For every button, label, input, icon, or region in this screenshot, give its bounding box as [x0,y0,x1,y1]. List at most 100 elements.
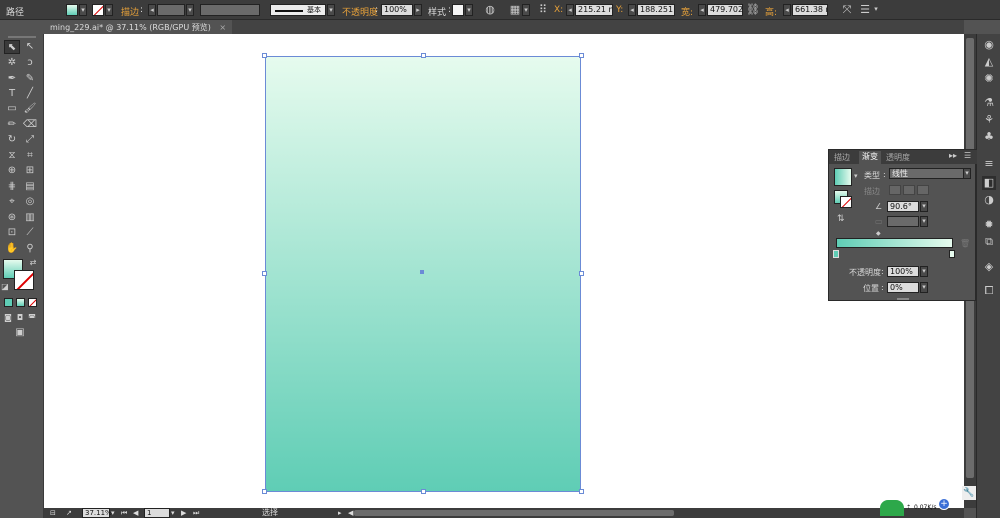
handle-bottom-right[interactable] [579,489,584,494]
type-select[interactable]: 线性 [889,168,965,179]
artboard-tool-icon[interactable]: ⊡ [4,226,20,240]
width-tool-icon[interactable]: ⧖ [4,149,20,163]
default-fill-stroke-icon[interactable]: ◪ [0,280,10,294]
width-stepper[interactable]: ◂ [698,4,706,16]
align-icon[interactable]: ▦ [508,3,522,17]
swap-fill-stroke-icon[interactable]: ⇄ [28,256,38,270]
y-field[interactable]: 188.251 r [637,4,675,16]
tab-stroke[interactable]: 描边 [834,152,850,163]
graphic-style-dropdown[interactable]: ▾ [465,4,473,16]
canvas[interactable] [44,34,964,508]
zoom-field[interactable]: 37.11% [82,508,112,518]
gradient-slider[interactable] [836,238,953,248]
color-mode-icon[interactable] [4,298,13,307]
draw-normal-icon[interactable]: ◙ [2,311,14,325]
stroke-panel-icon[interactable]: ≡ [982,157,996,171]
brushes-icon[interactable]: ⚘ [982,113,996,127]
variable-width-field[interactable] [200,4,260,16]
handle-middle-left[interactable] [262,271,267,276]
scroll-left-icon[interactable]: ◀ [348,508,353,518]
wrench-icon[interactable]: 🔧 [962,486,976,500]
align-panel-icon[interactable]: ⧉ [982,235,996,249]
artboard-nav-icon[interactable]: ⊟ [50,508,56,518]
stroke-style-field[interactable]: 基本 [270,4,326,16]
layers-icon[interactable]: ◈ [982,260,996,274]
slice-tool-icon[interactable]: ⟋ [22,226,38,240]
y-stepper[interactable]: ◂ [628,4,636,16]
gradient-rectangle[interactable] [265,56,581,492]
stroke-weight-dropdown[interactable]: ▾ [186,4,194,16]
transform-icon[interactable]: ⤧ [840,3,854,17]
none-mode-icon[interactable] [28,298,37,307]
handle-top-center[interactable] [421,53,426,58]
location-field[interactable]: 0% [887,282,919,293]
midpoint-marker-icon[interactable]: ◆ [876,230,881,237]
last-artboard-icon[interactable]: ⏭ [193,508,199,518]
appearance-icon[interactable]: ◉ [982,38,996,52]
panel-resize-grip[interactable] [897,298,909,300]
zoom-dropdown[interactable]: ▾ [111,508,115,518]
pencil-tool-icon[interactable]: ✏ [4,118,20,132]
handle-middle-right[interactable] [579,271,584,276]
share-icon[interactable]: ↗ [66,508,72,518]
color-guide-icon[interactable]: ✺ [982,72,996,86]
panel-menu-dropdown[interactable]: ▾ [872,4,880,16]
pen-tool-icon[interactable]: ✒ [4,72,20,86]
perspective-grid-tool-icon[interactable]: ⊞ [22,164,38,178]
stroke-weight-stepper[interactable]: ◂ [148,4,156,16]
free-transform-tool-icon[interactable]: ⌗ [22,149,38,163]
height-field[interactable]: 661.38 mm [792,4,828,16]
color-icon[interactable]: ⚗ [982,96,996,110]
transparency-icon[interactable]: ◑ [982,193,996,207]
x-label[interactable]: X: [554,5,563,15]
align-dropdown[interactable]: ▾ [522,4,530,16]
first-artboard-icon[interactable]: ⏮ [121,508,127,518]
close-tab-icon[interactable]: × [219,23,226,32]
panel-menu-icon[interactable]: ☰ [858,3,872,17]
stop-opacity-field[interactable]: 100% [887,266,919,277]
location-dropdown[interactable]: ▾ [920,282,928,293]
page-dropdown[interactable]: ▾ [171,508,175,518]
page-field[interactable]: 1 [144,508,170,518]
lasso-tool-icon[interactable]: ↄ [22,56,38,70]
stroke-swatch[interactable] [14,270,34,290]
stop-opacity-dropdown[interactable]: ▾ [920,266,928,277]
start-color-stop[interactable] [833,250,839,258]
opacity-field[interactable]: 100% [381,4,413,16]
artboards-icon[interactable]: ⧠ [982,284,996,298]
eraser-tool-icon[interactable]: ⌫ [22,118,38,132]
eyedropper-tool-icon[interactable]: ⌖ [4,195,20,209]
delete-stop-icon[interactable]: 🗑 [960,239,970,248]
selection-tool-icon[interactable]: ⬉ [4,40,20,54]
y-label[interactable]: Y: [616,5,623,15]
line-tool-icon[interactable]: ╱ [22,87,38,101]
transform-panel-icon[interactable]: ✹ [982,218,996,232]
scale-tool-icon[interactable]: ⤢ [22,133,38,147]
type-tool-icon[interactable]: T [4,87,20,101]
direct-selection-tool-icon[interactable]: ↖ [22,40,38,54]
handle-top-left[interactable] [262,53,267,58]
blend-tool-icon[interactable]: ◎ [22,195,38,209]
rotate-tool-icon[interactable]: ↻ [4,133,20,147]
gradient-panel-icon[interactable]: ◧ [982,176,996,190]
angle-dropdown[interactable]: ▾ [920,201,928,212]
status-menu-icon[interactable]: ▸ [338,508,342,518]
mesh-tool-icon[interactable]: ⋕ [4,180,20,194]
gradient-mode-icon[interactable] [16,298,25,307]
handle-bottom-left[interactable] [262,489,267,494]
gradient-tool-icon[interactable]: ▤ [22,180,38,194]
type-dropdown[interactable]: ▾ [963,168,971,179]
shape-builder-tool-icon[interactable]: ⊕ [4,164,20,178]
document-tab[interactable]: ming_229.ai* @ 37.11% (RGB/GPU 预览) × [44,20,233,34]
angle-field[interactable]: 90.6° [887,201,919,212]
toolbox-grip[interactable] [8,36,36,38]
zoom-tool-icon[interactable]: ⚲ [22,242,38,256]
prev-artboard-icon[interactable]: ◀ [133,508,138,518]
magic-wand-tool-icon[interactable]: ✲ [4,56,20,70]
panel-stroke-swatch[interactable] [840,196,852,208]
horizontal-scroll-thumb[interactable] [354,510,674,516]
handle-top-right[interactable] [579,53,584,58]
tab-transparency[interactable]: 透明度 [886,152,910,163]
height-label[interactable]: 高: [765,5,777,18]
constrain-proportions-icon[interactable]: ⛓ [746,3,760,17]
